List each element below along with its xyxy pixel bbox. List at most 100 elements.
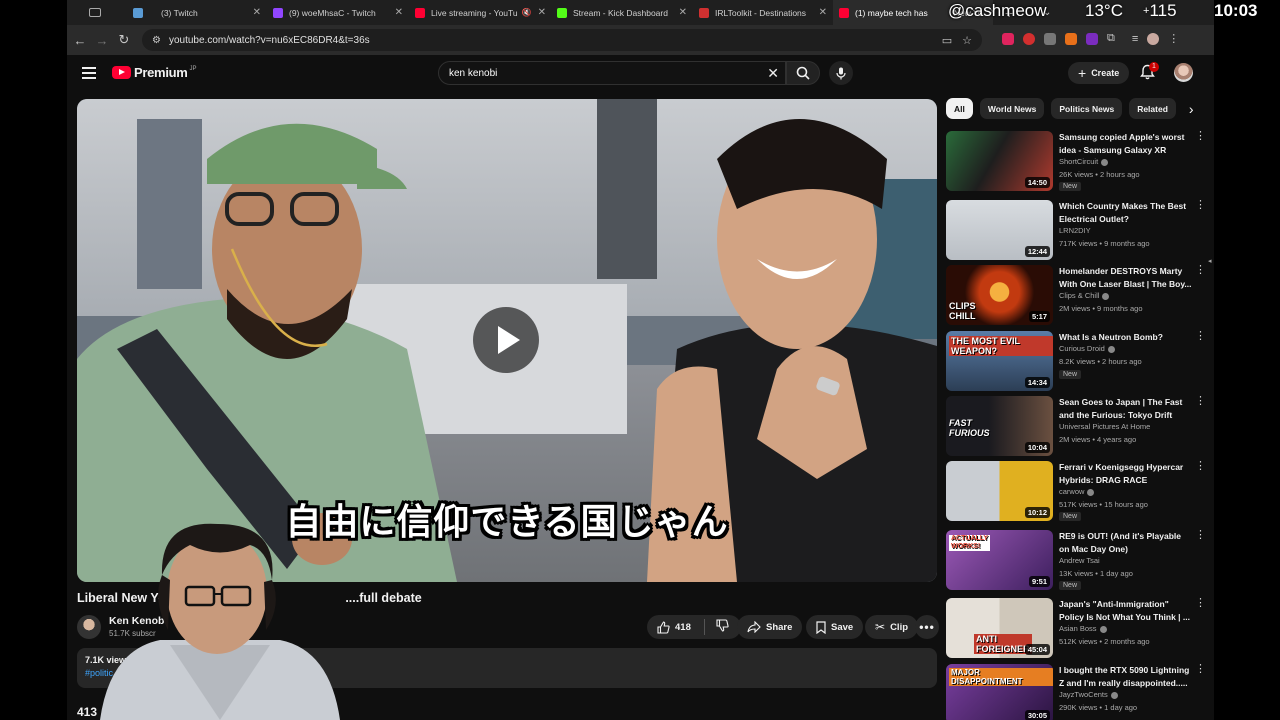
extension-icon[interactable] (1086, 32, 1098, 45)
save-button[interactable]: Save (806, 615, 864, 639)
recommendation-title[interactable]: What Is a Neutron Bomb? (1059, 331, 1193, 344)
kebab-menu-icon[interactable]: ⋮ (1195, 265, 1206, 276)
video-thumbnail[interactable]: 10:12 (946, 461, 1053, 521)
chip-politics-news[interactable]: Politics News (1051, 98, 1123, 119)
create-button[interactable]: + Create (1068, 62, 1130, 84)
recommendation-channel[interactable]: JayzTwoCents (1059, 690, 1118, 699)
like-button[interactable]: 418 (657, 620, 691, 634)
clip-button[interactable]: ✂ Clip (865, 615, 919, 639)
recommendation-channel[interactable]: Clips & Chill (1059, 291, 1110, 300)
recommendation-title[interactable]: Homelander DESTROYS Marty With One Laser… (1059, 265, 1193, 290)
address-bar[interactable]: ⚙ youtube.com/watch?v=nu6xEC86DR4&t=36s … (142, 29, 982, 51)
recommendation-title[interactable]: Ferrari v Koenigsegg Hypercar Hybrids: D… (1059, 461, 1193, 486)
video-thumbnail[interactable]: FAST FURIOUS 10:04 (946, 396, 1053, 456)
kebab-menu-icon[interactable]: ⋮ (1195, 396, 1206, 407)
close-tab-icon[interactable]: ✕ (983, 7, 993, 18)
recommendation-title[interactable]: Samsung copied Apple's worst idea - Sams… (1059, 131, 1193, 156)
extension-icon[interactable] (1023, 32, 1035, 45)
reading-list-icon[interactable]: ≡ (1132, 33, 1138, 45)
tab-twitch-woemhsac[interactable]: (9) woeMhsaC - Twitch ✕ (267, 0, 409, 25)
share-button[interactable]: Share (737, 615, 803, 639)
recommendation-item[interactable]: CLIPS CHILL 5:17 Homelander DESTROYS Mart… (946, 265, 1211, 327)
extension-icon[interactable] (1044, 32, 1056, 45)
recommendation-channel[interactable]: Asian Boss (1059, 624, 1107, 633)
recommendation-title[interactable]: RE9 is OUT! (And it's Playable on Mac Da… (1059, 530, 1193, 555)
tab-irltoolkit[interactable]: IRLToolkit - Destinations ✕ (693, 0, 833, 25)
recommendation-title[interactable]: Japan's "Anti-Immigration" Policy Is Not… (1059, 598, 1193, 623)
recommendation-channel[interactable]: Andrew Tsai (1059, 556, 1100, 565)
recommendation-title[interactable]: Sean Goes to Japan | The Fast and the Fu… (1059, 396, 1193, 421)
extension-icon[interactable] (1002, 32, 1014, 45)
chevron-right-icon[interactable]: › (1189, 101, 1194, 117)
recommendation-item[interactable]: 14:50 Samsung copied Apple's worst idea … (946, 131, 1211, 193)
kebab-menu-icon[interactable]: ⋮ (1195, 331, 1206, 342)
kebab-menu-icon[interactable]: ⋮ (1195, 664, 1206, 675)
kebab-menu-icon[interactable]: ⋮ (1195, 530, 1206, 541)
more-actions-button[interactable]: ••• (915, 615, 939, 639)
recommendation-channel[interactable]: LRN2DIY (1059, 226, 1091, 235)
recommendation-title[interactable]: I bought the RTX 5090 Lightning Z and I'… (1059, 664, 1193, 689)
close-tab-icon[interactable]: ✕ (389, 7, 403, 18)
menu-icon[interactable] (82, 67, 96, 79)
new-tab-button[interactable]: + (993, 0, 1033, 25)
site-info-icon[interactable]: ⚙ (152, 35, 161, 46)
forward-button[interactable]: → (91, 29, 113, 51)
tab-twitch[interactable]: (3) Twitch ✕ (127, 0, 267, 25)
recommendation-item[interactable]: 12:44 Which Country Makes The Best Elect… (946, 200, 1211, 262)
video-thumbnail[interactable]: MAJOR DISAPPOINTMENT 30:05 (946, 664, 1053, 720)
recommendation-channel[interactable]: ShortCircuit (1059, 157, 1109, 166)
recommendation-channel[interactable]: Curious Droid (1059, 344, 1115, 353)
account-avatar[interactable] (1174, 63, 1193, 82)
close-tab-icon[interactable]: ✕ (247, 7, 261, 18)
close-tab-icon[interactable]: ✕ (673, 7, 687, 18)
kebab-menu-icon[interactable]: ⋮ (1195, 200, 1206, 211)
close-tab-icon[interactable]: ✕ (532, 7, 546, 18)
close-tab-icon[interactable]: ✕ (813, 7, 827, 18)
cast-icon[interactable]: ▭ (942, 34, 952, 47)
recommendation-channel[interactable]: carwow (1059, 487, 1095, 496)
video-thumbnail[interactable]: CLIPS CHILL 5:17 (946, 265, 1053, 325)
puzzle-icon[interactable]: ⧉ (1107, 32, 1115, 45)
video-thumbnail[interactable]: 14:50 (946, 131, 1053, 191)
tab-overview-button[interactable] (67, 0, 127, 25)
recommendation-item[interactable]: FAST FURIOUS 10:04 Sean Goes to Japan | T… (946, 396, 1211, 458)
recommendation-item[interactable]: THE MOST EVIL WEAPON? 14:34 What Is a Ne… (946, 331, 1211, 393)
video-thumbnail[interactable]: 12:44 (946, 200, 1053, 260)
channel-avatar[interactable] (77, 615, 101, 639)
recommendation-item[interactable]: ANTI FOREIGNER 45:04 Japan's "Anti-Immigr… (946, 598, 1211, 660)
tab-search-button[interactable]: ⌄ (1033, 0, 1063, 25)
recommendation-item[interactable]: MAJOR DISAPPOINTMENT 30:05 I bought the … (946, 664, 1211, 720)
back-button[interactable]: ← (69, 29, 91, 51)
tab-youtube-live[interactable]: Live streaming - YouTu 🔇 ✕ (409, 0, 551, 25)
voice-search-button[interactable] (829, 61, 853, 85)
recommendation-item[interactable]: 10:12 Ferrari v Koenigsegg Hypercar Hybr… (946, 461, 1211, 523)
search-button[interactable] (786, 61, 820, 85)
play-button-icon[interactable] (473, 307, 539, 373)
profile-avatar-icon[interactable] (1147, 32, 1160, 45)
recommendation-title[interactable]: Which Country Makes The Best Electrical … (1059, 200, 1193, 225)
kebab-menu-icon[interactable]: ⋮ (1195, 598, 1206, 609)
address-url[interactable]: youtube.com/watch?v=nu6xEC86DR4&t=36s (169, 35, 370, 46)
reload-button[interactable]: ↻ (113, 29, 135, 51)
dislike-button[interactable] (716, 619, 729, 635)
extension-icon[interactable] (1065, 32, 1077, 45)
youtube-logo[interactable]: Premium JP (112, 65, 197, 80)
tab-kick-dashboard[interactable]: Stream - Kick Dashboard ✕ (551, 0, 693, 25)
kebab-menu-icon[interactable]: ⋮ (1195, 461, 1206, 472)
bookmark-star-icon[interactable]: ☆ (962, 34, 972, 47)
clear-search-icon[interactable]: ✕ (767, 65, 779, 82)
video-thumbnail[interactable]: ACTUALLY WORKS! 9:51 (946, 530, 1053, 590)
tab-youtube-current[interactable]: (1) maybe tech has New Yo ✕ (833, 0, 993, 25)
video-thumbnail[interactable]: THE MOST EVIL WEAPON? 14:34 (946, 331, 1053, 391)
video-thumbnail[interactable]: ANTI FOREIGNER 45:04 (946, 598, 1053, 658)
video-player[interactable]: 自由に信仰できる国じゃん (77, 99, 937, 582)
recommendation-item[interactable]: ACTUALLY WORKS! 9:51 RE9 is OUT! (And it'… (946, 530, 1211, 592)
kebab-menu-icon[interactable]: ⋮ (1168, 32, 1179, 45)
search-input[interactable]: ken kenobi ✕ (438, 61, 786, 85)
muted-speaker-icon[interactable]: 🔇 (522, 8, 532, 17)
chip-world-news[interactable]: World News (979, 98, 1045, 119)
notifications-button[interactable]: 1 (1140, 62, 1159, 82)
kebab-menu-icon[interactable]: ⋮ (1195, 131, 1206, 142)
chip-related[interactable]: Related (1129, 98, 1176, 119)
search-query[interactable]: ken kenobi (449, 68, 497, 79)
